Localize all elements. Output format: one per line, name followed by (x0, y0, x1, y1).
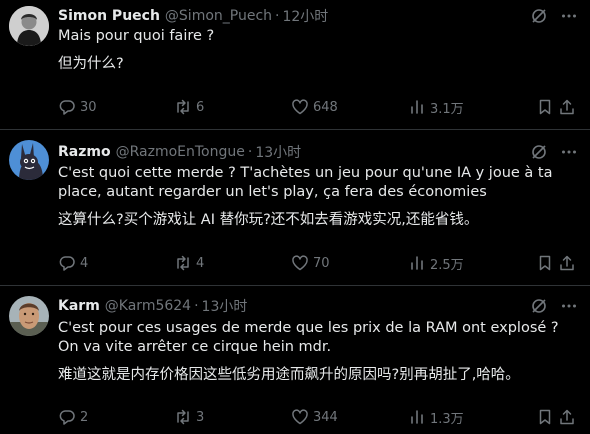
face-avatar-icon (9, 296, 49, 336)
timestamp[interactable]: 13小时 (202, 296, 248, 316)
tweet[interactable]: Karm @Karm5624 · 13小时 C'est pour ces usa… (0, 286, 590, 434)
tweet[interactable]: Razmo @RazmoEnTongue · 13小时 C'est quoi c… (0, 130, 590, 286)
reply-button[interactable]: 4 (58, 253, 88, 273)
like-count: 344 (313, 409, 338, 425)
retweet-icon (177, 409, 189, 425)
heart-icon (292, 99, 308, 115)
views-icon (411, 256, 423, 270)
separator: · (247, 144, 253, 160)
views-button[interactable]: 2.5万 (408, 253, 464, 273)
more-options-icon[interactable] (560, 143, 578, 161)
author-name[interactable]: Simon Puech (58, 8, 160, 24)
retweet-button[interactable]: 6 (174, 97, 204, 117)
view-count: 3.1万 (430, 101, 464, 117)
retweet-count: 6 (196, 99, 205, 115)
avatar[interactable] (9, 6, 49, 46)
reply-icon (59, 410, 75, 425)
author-name[interactable]: Razmo (58, 144, 111, 160)
action-bar: 4 4 70 2.5万 (58, 253, 578, 273)
share-button[interactable] (558, 97, 576, 117)
bookmark-icon (539, 255, 551, 271)
views-icon (411, 100, 423, 114)
avatar[interactable] (9, 140, 49, 180)
timestamp[interactable]: 12小时 (282, 6, 328, 26)
heart-icon (292, 255, 308, 271)
timestamp[interactable]: 13小时 (255, 142, 301, 162)
retweet-button[interactable]: 4 (174, 253, 204, 273)
views-button[interactable]: 1.3万 (408, 407, 464, 427)
action-bar: 30 6 648 3.1万 (58, 97, 578, 117)
share-icon (560, 99, 574, 115)
share-button[interactable] (558, 253, 576, 273)
like-button[interactable]: 70 (291, 253, 330, 273)
retweet-count: 3 (196, 409, 205, 425)
view-count: 1.3万 (430, 411, 464, 427)
author-handle[interactable]: @RazmoEnTongue (116, 144, 245, 160)
bookmark-button[interactable] (536, 253, 554, 273)
retweet-button[interactable]: 3 (174, 407, 204, 427)
tweet-text: C'est quoi cette merde ? T'achètes un je… (58, 165, 553, 200)
like-count: 648 (313, 99, 338, 115)
tweet-body: Mais pour quoi faire ? 但为什么? (58, 27, 578, 74)
heart-icon (292, 409, 308, 425)
author-handle[interactable]: @Karm5624 (105, 298, 191, 314)
bookmark-icon (539, 409, 551, 425)
tweet-translation: 难道这就是内存价格因这些低劣用途而飙升的原因吗?别再胡扯了,哈哈。 (58, 367, 520, 383)
reply-count: 2 (80, 409, 89, 425)
bookmark-icon (539, 99, 551, 115)
tweet-translation: 但为什么? (58, 56, 124, 72)
like-count: 70 (313, 255, 330, 271)
grok-icon[interactable] (530, 143, 548, 161)
tweet-text: Mais pour quoi faire ? (58, 28, 215, 44)
reply-button[interactable]: 30 (58, 97, 97, 117)
tweet-body: C'est quoi cette merde ? T'achètes un je… (58, 164, 578, 230)
profile-photo-icon (9, 6, 49, 46)
tweet-text: C'est pour ces usages de merde que les p… (58, 320, 559, 355)
action-bar: 2 3 344 1.3万 (58, 407, 578, 427)
views-button[interactable]: 3.1万 (408, 97, 464, 117)
reply-count: 30 (80, 99, 97, 115)
avatar[interactable] (9, 296, 49, 336)
retweet-count: 4 (196, 255, 205, 271)
author-handle[interactable]: @Simon_Puech (165, 8, 272, 24)
tweet-translation: 这算什么?买个游戏让 AI 替你玩?还不如去看游戏实况,还能省钱。 (58, 212, 479, 228)
grok-icon[interactable] (530, 7, 548, 25)
retweet-icon (177, 255, 189, 271)
author-name[interactable]: Karm (58, 298, 100, 314)
retweet-icon (177, 99, 189, 115)
separator: · (194, 298, 199, 314)
separator: · (275, 8, 280, 24)
tweet[interactable]: Simon Puech @Simon_Puech · 12小时 Mais pou… (0, 0, 590, 130)
like-button[interactable]: 344 (291, 407, 338, 427)
reply-icon (59, 100, 75, 115)
reply-count: 4 (80, 255, 89, 271)
bookmark-button[interactable] (536, 407, 554, 427)
tweet-body: C'est pour ces usages de merde que les p… (58, 319, 578, 385)
views-icon (411, 410, 423, 424)
share-icon (560, 409, 574, 425)
rabbit-avatar-icon (9, 140, 49, 180)
share-button[interactable] (558, 407, 576, 427)
bookmark-button[interactable] (536, 97, 554, 117)
reply-button[interactable]: 2 (58, 407, 88, 427)
share-icon (560, 255, 574, 271)
reply-icon (59, 256, 75, 271)
view-count: 2.5万 (430, 257, 464, 273)
like-button[interactable]: 648 (291, 97, 338, 117)
more-options-icon[interactable] (560, 297, 578, 315)
more-options-icon[interactable] (560, 7, 578, 25)
grok-icon[interactable] (530, 297, 548, 315)
